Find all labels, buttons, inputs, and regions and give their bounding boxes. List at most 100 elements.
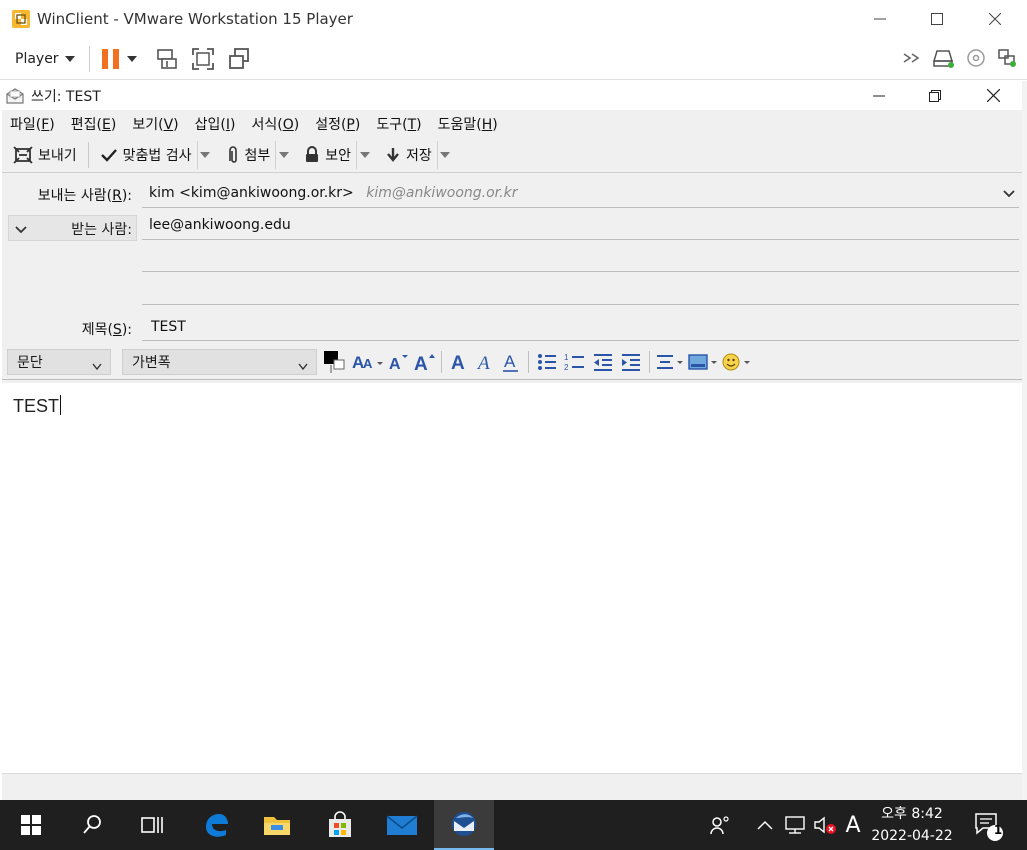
action-center-button[interactable]: 1 <box>968 800 1008 850</box>
insert-image-icon[interactable] <box>686 349 720 375</box>
vm-minimize-button[interactable] <box>851 0 909 38</box>
paragraph-format-select[interactable]: 문단 <box>7 348 111 375</box>
subject-input[interactable]: TEST <box>151 319 186 335</box>
thunderbird-taskbar-button[interactable] <box>434 800 494 850</box>
address-input-empty[interactable] <box>142 275 1019 301</box>
security-dropdown[interactable] <box>356 140 372 169</box>
to-address-input[interactable]: lee@ankiwoong.edu <box>149 217 291 233</box>
italic-icon[interactable]: A <box>472 349 498 375</box>
compose-envelope-icon <box>5 87 25 105</box>
decrease-font-size-icon[interactable]: A <box>387 349 411 375</box>
vm-frame-edge <box>1022 81 1027 800</box>
compose-close-button[interactable] <box>964 81 1022 110</box>
menu-tools[interactable]: 도구(T) <box>368 114 429 134</box>
attach-label: 첨부 <box>244 147 271 164</box>
svg-text:A: A <box>504 352 516 371</box>
address-input-empty[interactable] <box>142 243 1019 269</box>
menu-insert[interactable]: 삽입(I) <box>187 114 244 134</box>
cd-drive-icon[interactable] <box>965 47 987 69</box>
save-dropdown[interactable] <box>436 140 453 169</box>
menu-view[interactable]: 보기(V) <box>124 114 186 134</box>
subject-label: 제목(S): <box>81 322 132 338</box>
clock-date: 2022-04-22 <box>871 828 953 844</box>
menu-file[interactable]: 파일(F) <box>2 114 63 134</box>
svg-text:A: A <box>389 356 401 373</box>
text-color-icon[interactable] <box>323 349 349 375</box>
mail-taskbar-button[interactable] <box>372 800 432 850</box>
attach-button[interactable]: 첨부 <box>221 141 276 169</box>
menu-edit[interactable]: 편집(E) <box>63 114 125 134</box>
search-button[interactable] <box>62 800 122 850</box>
send-icon <box>13 145 33 164</box>
windows-taskbar: A 오후 8:42 2022-04-22 1 <box>0 800 1027 850</box>
spellcheck-label: 맞춤법 검사 <box>122 147 192 164</box>
chevron-down-icon <box>15 223 27 239</box>
volume-button[interactable] <box>811 800 839 850</box>
indent-icon[interactable] <box>617 349 645 375</box>
svg-text:1: 1 <box>564 353 569 362</box>
people-icon <box>710 816 729 835</box>
chevron-down-icon <box>440 151 451 158</box>
message-body-editor[interactable]: TEST <box>2 383 1022 773</box>
compose-restore-button[interactable] <box>906 81 964 110</box>
spellcheck-dropdown[interactable] <box>196 140 213 169</box>
save-button[interactable]: 저장 <box>380 141 437 169</box>
menu-options[interactable]: 설정(P) <box>307 114 368 134</box>
full-screen-button[interactable] <box>191 47 215 71</box>
svg-text:A: A <box>476 353 490 373</box>
network-adapter-icon[interactable] <box>996 47 1018 69</box>
svg-text:A: A <box>451 353 465 373</box>
taskbar-clock[interactable]: 오후 8:42 2022-04-22 <box>862 803 962 847</box>
show-hidden-icons-button[interactable] <box>752 800 778 850</box>
file-explorer-taskbar-button[interactable] <box>247 800 307 850</box>
vm-close-button[interactable] <box>966 0 1024 38</box>
menu-help[interactable]: 도움말(H) <box>430 114 506 134</box>
from-identity-select[interactable]: kim <kim@ankiwoong.or.kr> kim@ankiwoong.… <box>149 185 1019 207</box>
chevron-down-icon <box>200 151 210 158</box>
chevron-down-icon <box>64 55 75 62</box>
chevron-down-icon <box>359 151 370 158</box>
from-value: kim <kim@ankiwoong.or.kr> <box>149 185 354 201</box>
font-family-select[interactable]: 가변폭 <box>122 348 317 375</box>
align-icon[interactable] <box>654 349 686 375</box>
store-taskbar-button[interactable] <box>310 800 370 850</box>
pause-button[interactable] <box>101 48 137 70</box>
font-size-icon[interactable]: AA <box>351 349 385 375</box>
attach-dropdown[interactable] <box>275 140 291 169</box>
hard-disk-icon[interactable] <box>932 47 956 69</box>
compose-minimize-button[interactable] <box>850 81 908 110</box>
task-view-button[interactable] <box>122 800 182 850</box>
send-ctrl-alt-del-button[interactable] <box>155 47 179 71</box>
menu-format[interactable]: 서식(O) <box>243 114 307 134</box>
vm-maximize-button[interactable] <box>908 0 966 38</box>
emoji-icon[interactable] <box>720 349 754 375</box>
chevron-down-icon <box>92 359 102 375</box>
spellcheck-button[interactable]: 맞춤법 검사 <box>95 141 197 169</box>
more-devices-icon[interactable] <box>901 47 923 69</box>
network-status-button[interactable] <box>781 800 809 850</box>
font-family-value: 가변폭 <box>132 354 171 371</box>
outdent-icon[interactable] <box>589 349 617 375</box>
edge-taskbar-button[interactable] <box>186 800 246 850</box>
toolbar-divider <box>88 45 90 72</box>
bold-icon[interactable]: A <box>446 349 472 375</box>
text-cursor <box>60 395 62 415</box>
volume-muted-icon <box>814 816 836 834</box>
ctrl-alt-del-icon <box>156 48 177 69</box>
people-button[interactable] <box>705 800 735 850</box>
svg-text:2: 2 <box>564 363 569 372</box>
send-button[interactable]: 보내기 <box>8 141 82 169</box>
player-menu-button[interactable]: Player <box>15 51 75 67</box>
start-button[interactable] <box>1 800 61 850</box>
folder-icon <box>264 817 290 835</box>
search-icon <box>83 815 101 834</box>
numbered-list-icon[interactable]: 12 <box>561 349 589 375</box>
to-label: 받는 사람: <box>71 222 132 238</box>
increase-font-size-icon[interactable]: A <box>413 349 437 375</box>
unity-button[interactable] <box>227 47 251 71</box>
bulleted-list-icon[interactable] <box>533 349 561 375</box>
underline-icon[interactable]: A <box>498 349 524 375</box>
player-menu-label: Player <box>15 50 59 67</box>
recipient-type-select[interactable]: 받는 사람: <box>8 215 137 241</box>
security-button[interactable]: 보안 <box>299 141 356 169</box>
